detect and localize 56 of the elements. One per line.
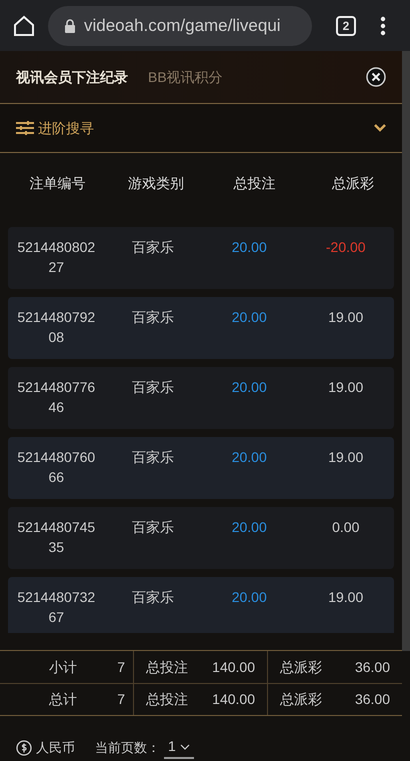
advanced-search-label: 进阶搜寻 bbox=[38, 118, 94, 138]
game-type: 百家乐 bbox=[130, 518, 175, 537]
caret-icon bbox=[180, 744, 190, 750]
column-header: 游戏类别 bbox=[126, 174, 185, 192]
column-header: 总投注 bbox=[232, 174, 276, 192]
bet-amount: 20.00 bbox=[230, 518, 268, 537]
lock-icon bbox=[64, 18, 76, 32]
column-header: 注单编号 bbox=[28, 174, 86, 192]
payout-amount: 19.00 bbox=[327, 378, 364, 397]
tab[interactable]: BB视讯积分 bbox=[148, 66, 223, 88]
payout-amount: 0.00 bbox=[331, 518, 360, 537]
close-icon[interactable] bbox=[366, 67, 386, 87]
game-type: 百家乐 bbox=[130, 448, 175, 467]
summary-value: 36.00 bbox=[354, 658, 390, 676]
bet-id: 521448076066 bbox=[16, 448, 96, 487]
game-type: 百家乐 bbox=[130, 588, 175, 607]
address-bar[interactable]: videoah.com/game/livequi bbox=[48, 6, 312, 46]
payout-amount: 19.00 bbox=[327, 448, 364, 467]
page-label: 当前页数： bbox=[95, 738, 160, 757]
bet-amount: 20.00 bbox=[230, 238, 268, 257]
dollar-coin-icon bbox=[16, 740, 32, 756]
summary-value: 140.00 bbox=[212, 658, 255, 676]
summary-label: 总投注 bbox=[146, 658, 188, 676]
more-icon[interactable] bbox=[380, 16, 386, 36]
summary-count: 7 bbox=[117, 690, 125, 709]
summary-label: 小计 bbox=[49, 658, 78, 676]
bet-amount: 20.00 bbox=[230, 588, 268, 607]
tab[interactable]: 视讯会员下注纪录 bbox=[16, 66, 128, 88]
bet-amount: 20.00 bbox=[230, 378, 268, 397]
bet-id: 521448079208 bbox=[16, 308, 96, 347]
bet-id: 521448080227 bbox=[16, 238, 96, 277]
bet-id: 521448073267 bbox=[16, 588, 96, 627]
tab-count[interactable]: 2 bbox=[336, 16, 356, 36]
summary-value: 140.00 bbox=[212, 690, 255, 709]
game-type: 百家乐 bbox=[130, 378, 175, 397]
summary-label: 总派彩 bbox=[280, 690, 322, 709]
bet-amount: 20.00 bbox=[230, 308, 268, 327]
bet-id: 521448074535 bbox=[16, 518, 96, 557]
sliders-icon bbox=[16, 120, 34, 136]
payout-amount: 19.00 bbox=[327, 588, 364, 607]
summary-value: 36.00 bbox=[354, 690, 390, 709]
game-type: 百家乐 bbox=[130, 308, 175, 327]
summary-count: 7 bbox=[117, 658, 125, 676]
home-icon[interactable] bbox=[12, 14, 36, 38]
game-type: 百家乐 bbox=[130, 238, 175, 257]
payout-amount: -20.00 bbox=[324, 238, 367, 257]
column-header: 总派彩 bbox=[330, 174, 375, 192]
page-select[interactable]: 1 bbox=[164, 736, 194, 759]
bet-id: 521448077646 bbox=[16, 378, 96, 417]
currency-label: 人民币 bbox=[36, 738, 75, 757]
url-text: videoah.com/game/livequi bbox=[84, 14, 281, 37]
bet-amount: 20.00 bbox=[230, 448, 268, 467]
payout-amount: 19.00 bbox=[327, 308, 364, 327]
summary-label: 总计 bbox=[49, 690, 78, 709]
summary-label: 总派彩 bbox=[280, 658, 322, 676]
summary-label: 总投注 bbox=[146, 690, 188, 709]
